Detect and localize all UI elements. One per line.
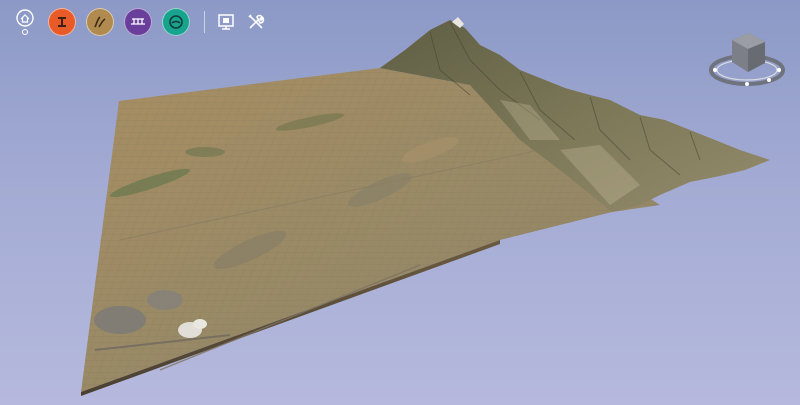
presentation-button[interactable]	[215, 11, 237, 33]
explore-icon	[58, 17, 66, 27]
home-button[interactable]	[14, 9, 36, 35]
home-icon	[16, 9, 34, 27]
presentation-icon	[218, 14, 234, 30]
network-button[interactable]	[124, 8, 152, 36]
tools-button[interactable]	[245, 11, 267, 33]
main-toolbar	[14, 6, 275, 38]
terrain-scene	[81, 17, 770, 396]
terrain-icon	[94, 16, 106, 28]
toolbar-separator	[204, 11, 205, 33]
water-icon	[169, 15, 183, 29]
network-icon	[131, 18, 145, 25]
view-cube-icon	[709, 33, 785, 86]
navigation-cube[interactable]	[707, 30, 787, 96]
tools-icon	[248, 14, 265, 29]
3d-viewport[interactable]	[0, 0, 800, 405]
explore-button[interactable]	[48, 8, 76, 36]
water-button[interactable]	[162, 8, 190, 36]
home-indicator-dot	[22, 29, 28, 35]
terrain-button[interactable]	[86, 8, 114, 36]
